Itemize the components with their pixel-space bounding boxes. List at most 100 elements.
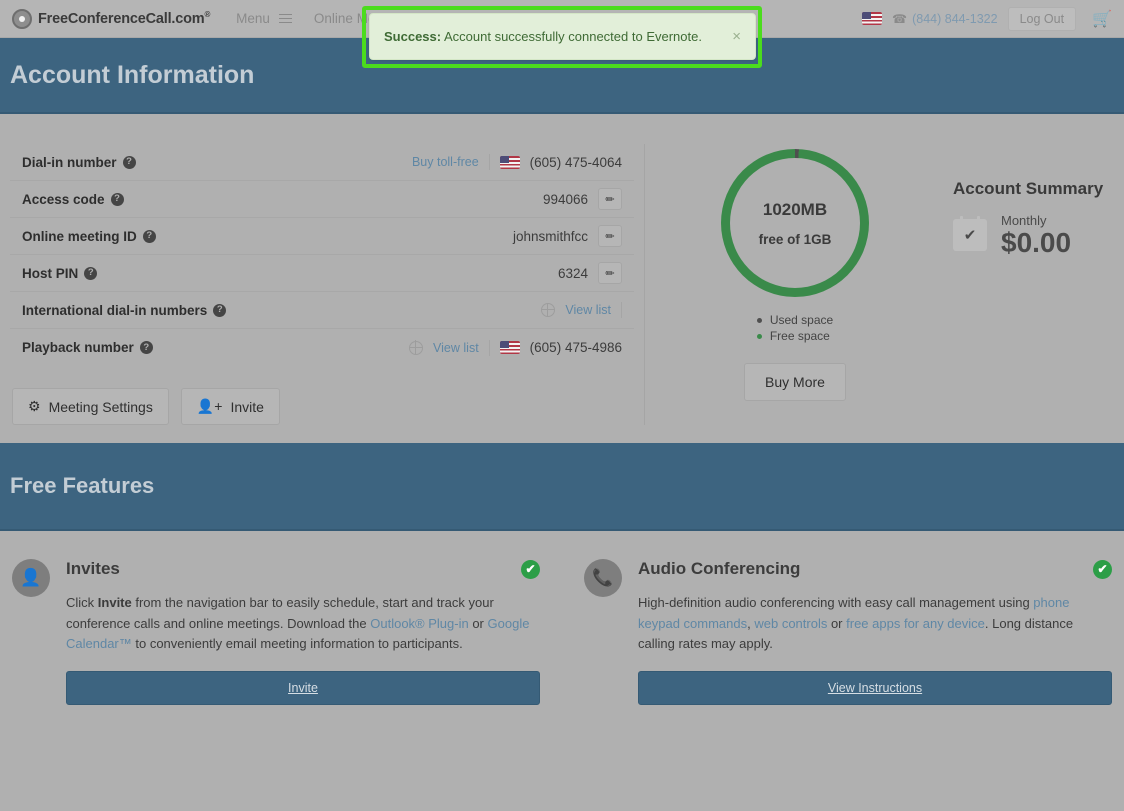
add-user-icon: 👤 bbox=[12, 559, 50, 597]
meeting-settings-label: Meeting Settings bbox=[48, 398, 153, 415]
feature-text-span: High-definition audio conferencing with … bbox=[638, 595, 1034, 610]
success-alert-message: Account successfully connected to Everno… bbox=[441, 29, 702, 44]
feature-text-link[interactable]: Outlook® Plug-in bbox=[370, 616, 468, 631]
account-info-row: Playback number? View list (605) 475-4986 bbox=[10, 329, 634, 366]
feature-title: Audio Conferencing bbox=[638, 559, 801, 578]
help-icon[interactable]: ? bbox=[142, 229, 156, 243]
row-label: Playback number? bbox=[22, 340, 153, 355]
feature-text-link[interactable]: web controls bbox=[754, 616, 827, 631]
feature-title: Invites bbox=[66, 559, 120, 578]
account-info-row: Online meeting ID? johnsmithfcc ✏ bbox=[10, 218, 634, 255]
row-value: 994066 bbox=[542, 191, 588, 207]
account-info-panel: Dial-in number? Buy toll-free (605) 475-40… bbox=[0, 144, 645, 425]
buy-more-button[interactable]: Buy More bbox=[744, 363, 846, 401]
account-info-row: Dial-in number? Buy toll-free (605) 475-40… bbox=[10, 144, 634, 181]
row-label-text: International dial-in numbers bbox=[22, 302, 208, 318]
legend-item: Free space bbox=[756, 329, 833, 343]
nav-menu[interactable]: Menu bbox=[236, 11, 292, 26]
invite-button[interactable]: 👤+ Invite bbox=[180, 388, 280, 425]
account-info-row: Host PIN? 6324 ✏ bbox=[10, 255, 634, 292]
row-value: (605) 475-4064 bbox=[529, 154, 622, 170]
help-icon[interactable]: ? bbox=[213, 303, 227, 317]
row-label-text: Access code bbox=[22, 191, 105, 207]
feature-action-button[interactable]: Invite bbox=[66, 670, 540, 705]
feature-text-link[interactable]: free apps for any device bbox=[846, 616, 985, 631]
row-right-group: 994066 ✏ bbox=[543, 188, 622, 210]
edit-icon[interactable]: ✏ bbox=[598, 188, 622, 210]
invite-label: Invite bbox=[230, 398, 264, 415]
row-right-group: Buy toll-free (605) 475-4064 bbox=[412, 154, 622, 170]
help-icon[interactable]: ? bbox=[139, 341, 153, 354]
edit-icon[interactable]: ✏ bbox=[598, 262, 622, 284]
hamburger-menu-icon[interactable] bbox=[278, 11, 292, 26]
globe-icon bbox=[540, 302, 556, 317]
brand-logo-link[interactable]: FreeConferenceCall.com® bbox=[12, 8, 211, 29]
feature-card: 👤 Invites ✔ Click Invite from the navigatio… bbox=[12, 559, 540, 705]
row-label-text: Online meeting ID bbox=[22, 228, 137, 244]
help-icon[interactable]: ? bbox=[110, 192, 124, 206]
close-icon[interactable]: × bbox=[732, 29, 741, 44]
status-badge-check-icon: ✔ bbox=[1093, 559, 1112, 579]
row-right-group: View list (605) 475-4986 bbox=[408, 339, 622, 356]
navbar-right-group: ☎ (844) 844-1322 Log Out 🛒 bbox=[862, 6, 1112, 31]
status-badge-check-icon: ✔ bbox=[521, 559, 540, 579]
account-summary: Account Summary ✔ Monthly $0.00 bbox=[945, 149, 1103, 425]
phone-icon: 📞 bbox=[584, 559, 622, 597]
meeting-settings-button[interactable]: ⚙ Meeting Settings bbox=[12, 388, 169, 425]
logout-button[interactable]: Log Out bbox=[1007, 6, 1077, 31]
row-link[interactable]: Buy toll-free bbox=[412, 155, 479, 169]
nav-menu-label: Menu bbox=[236, 11, 270, 26]
storage-legend: Used space Free space bbox=[756, 313, 834, 345]
storage-widget: 1020MB free of 1GB Used space Free space bbox=[645, 149, 945, 425]
success-alert-prefix: Success: bbox=[384, 29, 442, 44]
legend-label-free: Free space bbox=[769, 329, 830, 343]
close-alert-label: × bbox=[732, 28, 741, 45]
freeconferencecall-logo-icon bbox=[12, 8, 32, 29]
feature-text-bold: Invite bbox=[97, 595, 132, 610]
row-label-text: Dial-in number bbox=[22, 154, 117, 170]
account-summary-title: Account Summary bbox=[953, 179, 1104, 198]
help-icon[interactable]: ? bbox=[122, 155, 136, 169]
row-value: (605) 475-4986 bbox=[529, 340, 622, 355]
divider bbox=[488, 154, 490, 170]
feature-description: High-definition audio conferencing with … bbox=[638, 593, 1112, 655]
edit-icon[interactable]: ✏ bbox=[598, 225, 622, 247]
feature-text-span: Click bbox=[66, 595, 98, 610]
phone-icon: ☎ bbox=[892, 11, 908, 26]
row-label: Host PIN? bbox=[22, 265, 98, 281]
row-label: Access code? bbox=[22, 192, 124, 207]
feature-text-span: or bbox=[827, 615, 847, 631]
legend-label-used: Used space bbox=[769, 313, 834, 327]
row-right-group: johnsmithfcc ✏ bbox=[513, 225, 622, 247]
success-alert: Success: Account successfully connected … bbox=[369, 13, 756, 60]
shopping-cart-icon[interactable]: 🛒 bbox=[1092, 9, 1112, 29]
add-user-icon: 👤+ bbox=[196, 398, 223, 414]
row-label-text: Host PIN bbox=[22, 265, 79, 281]
free-features-list: 👤 Invites ✔ Click Invite from the navigatio… bbox=[0, 531, 1124, 705]
summary-period-label: Monthly bbox=[1001, 213, 1047, 228]
help-icon[interactable]: ? bbox=[84, 266, 98, 280]
row-link[interactable]: View list bbox=[565, 303, 611, 317]
brand-trademark: ® bbox=[204, 10, 211, 20]
gear-icon: ⚙ bbox=[28, 398, 41, 414]
account-info-row: International dial-in numbers? View list bbox=[10, 292, 634, 329]
free-features-header-band: Free Features bbox=[0, 443, 1124, 531]
us-flag-icon bbox=[499, 155, 520, 169]
storage-donut-chart: 1020MB free of 1GB bbox=[721, 149, 869, 297]
storage-free-amount: 1020MB bbox=[762, 199, 828, 219]
row-label: International dial-in numbers? bbox=[22, 302, 227, 318]
us-flag-icon[interactable] bbox=[862, 12, 883, 25]
calendar-check-icon: ✔ bbox=[953, 216, 987, 251]
support-phone-number: (844) 844-1322 bbox=[912, 11, 998, 26]
summary-amount: $0.00 bbox=[1001, 227, 1072, 258]
feature-text-span: or bbox=[468, 615, 488, 631]
free-features-title: Free Features bbox=[10, 473, 155, 498]
page-title: Account Information bbox=[10, 60, 255, 89]
row-link[interactable]: View list bbox=[433, 341, 479, 355]
feature-card: 📞 Audio Conferencing ✔ High-definition audi… bbox=[584, 559, 1112, 705]
globe-icon bbox=[408, 340, 424, 355]
feature-action-button[interactable]: View Instructions bbox=[638, 670, 1112, 705]
feature-text-span: to conveniently email meeting informatio… bbox=[131, 636, 463, 652]
support-phone-link[interactable]: ☎ (844) 844-1322 bbox=[892, 12, 997, 26]
storage-total-label: free of 1GB bbox=[758, 231, 832, 247]
